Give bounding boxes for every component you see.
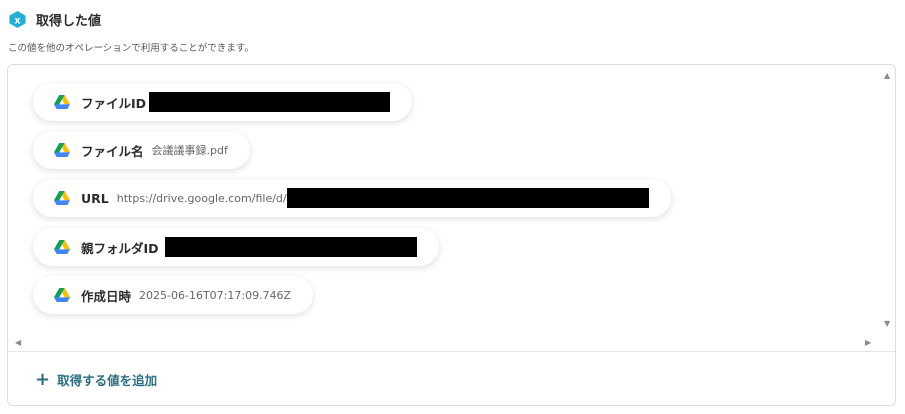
value-chip-file-id[interactable]: ファイルID (33, 83, 413, 121)
value-chip-label: 作成日時 (81, 288, 132, 304)
scroll-up-arrow-icon[interactable]: ▲ (884, 72, 890, 80)
scroll-down-arrow-icon[interactable]: ▼ (884, 320, 890, 328)
value-chip-label: URL (81, 190, 109, 206)
redacted-value (149, 92, 391, 112)
value-chip-created-at[interactable]: 作成日時 2025-06-16T07:17:09.746Z (33, 276, 314, 314)
section-subtitle: この値を他のオペレーションで利用することができます。 (8, 43, 254, 54)
redacted-value (286, 188, 649, 208)
scroll-left-arrow-icon[interactable]: ◀ (15, 339, 21, 347)
google-drive-icon (54, 95, 70, 109)
google-drive-icon (54, 288, 70, 302)
value-chip-label: ファイルID (81, 95, 147, 111)
x-badge-icon: x (9, 10, 26, 28)
value-chip-value: 2025-06-16T07:17:09.746Z (139, 288, 292, 302)
scroll-right-arrow-icon[interactable]: ▶ (865, 339, 871, 347)
add-value-button[interactable]: + 取得する値を追加 (35, 370, 157, 389)
google-drive-icon (54, 240, 70, 254)
google-drive-icon (54, 143, 70, 157)
values-scroll-area[interactable]: ファイルID ファイル名 会議議事録.pdf URL https://drive… (8, 65, 895, 352)
section-title: 取得した値 (36, 13, 102, 29)
values-panel: ファイルID ファイル名 会議議事録.pdf URL https://drive… (7, 64, 896, 406)
value-chip-label: ファイル名 (81, 143, 144, 159)
section-header: x 取得した値 (8, 9, 101, 29)
google-drive-icon (54, 191, 70, 205)
redacted-value (164, 237, 417, 257)
value-chip-label: 親フォルダID (81, 240, 159, 256)
value-chip-value: 会議議事録.pdf (151, 144, 228, 157)
add-value-label: 取得する値を追加 (57, 373, 158, 388)
value-chip-value: https://drive.google.com/file/d/ (116, 191, 287, 205)
plus-icon: + (35, 368, 51, 390)
horizontal-scrollbar[interactable]: ◀ ▶ (8, 337, 895, 350)
value-chip-parent-folder-id[interactable]: 親フォルダID (33, 228, 439, 266)
value-chip-file-name[interactable]: ファイル名 会議議事録.pdf (33, 131, 250, 169)
vertical-scrollbar[interactable]: ▲ ▼ (882, 65, 895, 337)
svg-text:x: x (14, 15, 20, 26)
value-chip-url[interactable]: URL https://drive.google.com/file/d/ (33, 179, 671, 217)
